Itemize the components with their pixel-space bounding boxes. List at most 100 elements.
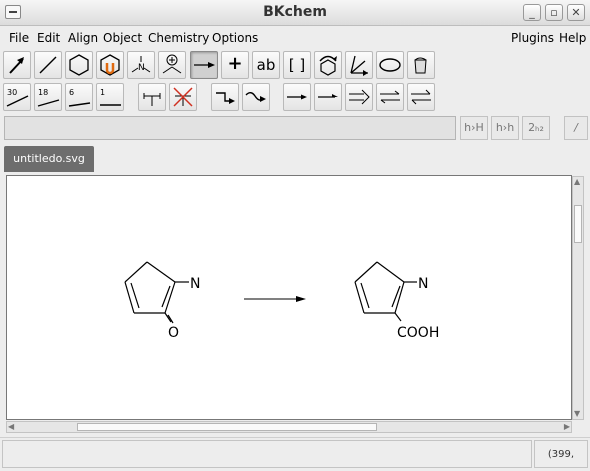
user-template-button[interactable]	[96, 51, 124, 79]
reaction-drawing: N O N COOH	[124, 261, 439, 341]
window-title: BKchem	[263, 4, 327, 20]
eraser-icon	[414, 57, 427, 74]
retro-arrow-button[interactable]	[345, 83, 373, 111]
equilibrium-arrow-icon	[380, 90, 400, 104]
reactant-amine-label[interactable]: N	[190, 276, 200, 292]
hydrogen-lower-button[interactable]: h›h	[491, 116, 519, 140]
atom-mode-button[interactable]: N	[127, 51, 155, 79]
charge-mode-button[interactable]	[158, 51, 186, 79]
minimize-button[interactable]: _	[523, 4, 541, 21]
angle-18-label: 18	[38, 88, 48, 97]
edit-mode-button[interactable]	[3, 51, 31, 79]
scroll-right-icon[interactable]: ▶	[564, 423, 570, 431]
charge-plus-icon	[162, 54, 182, 74]
menu-file[interactable]: File	[9, 31, 29, 45]
angle-measure-icon	[350, 55, 368, 76]
hydrogen-toggle-button[interactable]: h›H	[460, 116, 488, 140]
angle-1-label: 1	[100, 88, 105, 97]
anormal-arrow-button[interactable]	[211, 83, 239, 111]
text-mode-button[interactable]: ab	[252, 51, 280, 79]
product-molecule[interactable]: N COOH	[354, 261, 439, 341]
angle-18-button[interactable]: 18	[34, 83, 62, 111]
horizontal-scrollbar[interactable]: ◀ ▶	[6, 421, 572, 433]
product-amine-label[interactable]: N	[418, 276, 428, 292]
equilibrium-arrow-button[interactable]	[376, 83, 404, 111]
drawing-canvas[interactable]: N O N COOH	[6, 175, 572, 420]
status-bar: (399, 229)	[0, 437, 590, 471]
horizontal-scroll-thumb[interactable]	[77, 423, 377, 431]
plus-mode-button[interactable]: +	[221, 51, 249, 79]
scroll-up-icon[interactable]: ▲	[574, 178, 580, 186]
angle-1-button[interactable]: 1	[96, 83, 124, 111]
retro-arrow-icon	[349, 89, 370, 105]
menu-options[interactable]: Options	[212, 31, 258, 45]
curved-arrow-icon	[245, 92, 266, 102]
menu-edit[interactable]: Edit	[37, 31, 60, 45]
angle-30-button[interactable]: 30	[3, 83, 31, 111]
menu-plugins[interactable]: Plugins	[511, 31, 554, 45]
arrow-pointer-icon	[9, 57, 24, 74]
vector-mode-button[interactable]	[376, 51, 404, 79]
vertical-scroll-thumb[interactable]	[574, 205, 582, 243]
angle-30-label: 30	[7, 88, 17, 97]
ellipse-icon	[379, 58, 401, 72]
user-template-icon	[100, 54, 120, 76]
submode-toolbar: 30 18 6 1	[0, 83, 590, 113]
angle-6-label: 6	[69, 88, 74, 97]
reactant-molecule[interactable]: N O	[124, 261, 200, 341]
template-button[interactable]	[65, 51, 93, 79]
status-message	[2, 440, 532, 468]
menu-chemistry[interactable]: Chemistry	[148, 31, 209, 45]
document-tab[interactable]: untitledo.svg	[4, 146, 94, 172]
electron-arrow-button[interactable]	[314, 83, 342, 111]
angle-1-icon: 1	[100, 88, 121, 106]
plus-label: +	[227, 53, 243, 74]
equilibrium2-arrow-button[interactable]	[407, 83, 435, 111]
cursor-coordinates: (399, 229)	[534, 440, 588, 468]
angle-18-icon: 18	[37, 88, 60, 107]
text-tool-label: ab	[256, 56, 276, 74]
reaction-arrow[interactable]	[244, 296, 306, 302]
reactant-oxo-label[interactable]: O	[168, 325, 179, 341]
title-bar: BKchem _ ▫ ✕	[0, 0, 590, 26]
bracket-label: [ ]	[288, 56, 306, 74]
double-equilibrium-icon	[411, 89, 431, 105]
menu-bar: File Edit Align Object Chemistry Options…	[0, 27, 590, 49]
step-arrow-icon	[216, 92, 235, 104]
hexagon-icon	[69, 54, 89, 76]
subscript-button[interactable]: 2ₕ₂	[522, 116, 550, 140]
angle-30-icon: 30	[6, 88, 29, 107]
svg-text:N: N	[138, 63, 145, 73]
draw-bond-button[interactable]	[34, 51, 62, 79]
mode-toolbar: N + ab [ ]	[0, 51, 590, 81]
nitrogen-atom-icon: N	[131, 56, 151, 73]
normal-arrow-icon	[287, 94, 307, 100]
scroll-down-icon[interactable]: ▼	[574, 410, 580, 418]
maximize-button[interactable]: ▫	[545, 4, 563, 21]
arrow-mode-button[interactable]	[190, 51, 218, 79]
menu-object[interactable]: Object	[103, 31, 142, 45]
normal-arrow-button[interactable]	[283, 83, 311, 111]
angle-6-icon: 6	[68, 88, 91, 107]
vertical-scrollbar[interactable]: ▲ ▼	[572, 176, 584, 420]
rotate-mode-button[interactable]	[314, 51, 342, 79]
command-entry[interactable]	[4, 116, 456, 140]
half-arrow-icon	[318, 94, 338, 98]
mark-mode-button[interactable]	[407, 51, 435, 79]
bracket-mode-button[interactable]: [ ]	[283, 51, 311, 79]
italic-button[interactable]: /	[564, 116, 588, 140]
scroll-left-icon[interactable]: ◀	[8, 423, 14, 431]
product-acid-label[interactable]: COOH	[397, 325, 439, 341]
freestyle-crossed-icon	[173, 87, 193, 107]
angle-6-button[interactable]: 6	[65, 83, 93, 111]
reaction-arrow-icon	[194, 62, 215, 68]
bond-line-icon	[39, 56, 57, 74]
bond-align-button[interactable]	[345, 51, 373, 79]
close-button[interactable]: ✕	[567, 4, 585, 21]
fixed-length-button[interactable]	[138, 83, 166, 111]
menu-align[interactable]: Align	[68, 31, 98, 45]
menu-help[interactable]: Help	[559, 31, 586, 45]
spline-arrow-button[interactable]	[242, 83, 270, 111]
freestyle-button[interactable]	[169, 83, 197, 111]
rotate-ring-icon	[319, 55, 337, 76]
